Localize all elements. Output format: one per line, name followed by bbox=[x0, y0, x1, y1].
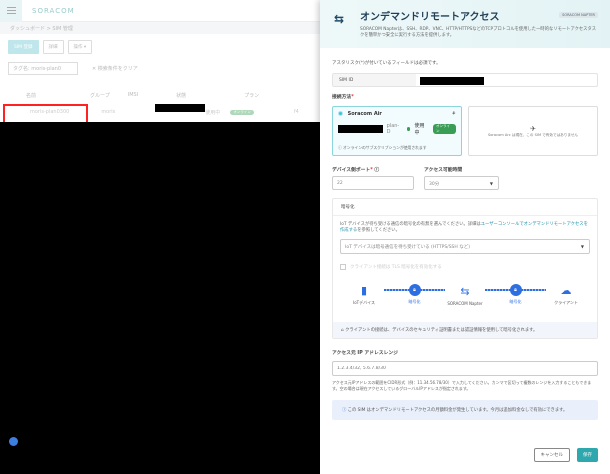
info-icon: ⓘ bbox=[342, 408, 347, 413]
radio-selected[interactable] bbox=[338, 111, 343, 116]
ip-range-label: アクセス元 IP アドレスレンジ bbox=[332, 351, 398, 356]
actions-button[interactable]: 操作 ▾ bbox=[67, 40, 93, 54]
status-badge: オンライン bbox=[230, 109, 254, 115]
column-header[interactable]: IMSI bbox=[128, 92, 138, 98]
plan-text: f4 bbox=[293, 109, 299, 115]
background-page: SORACOM ダッシュボード > SIM 管理 SIM 登録 詳細 操作 ▾ … bbox=[0, 0, 320, 474]
panel-description: SORACOM Napterは、SSH、RDP、VNC、HTTP/HTTPSなど… bbox=[360, 27, 597, 38]
sim-card-icon: ▮ bbox=[360, 284, 368, 297]
column-header[interactable]: 状態 bbox=[176, 92, 186, 99]
ip-range-input[interactable] bbox=[332, 361, 598, 376]
column-header[interactable]: 名前 bbox=[26, 92, 36, 99]
column-header[interactable]: グループ bbox=[90, 92, 110, 99]
breadcrumb: ダッシュボード > SIM 管理 bbox=[0, 22, 320, 34]
sim-id-field: SIM ID bbox=[332, 73, 598, 87]
cloud-icon: ☁ bbox=[560, 284, 572, 297]
required-note: アスタリスク(*)が付いているフィールドは必須です。 bbox=[332, 61, 441, 66]
encryption-diagram: ▮ IoTデバイス 🔒︎ 暗号化 ⇆ SORACOM Napter 🔒︎ 暗号化 ☁ クラ… bbox=[340, 284, 590, 306]
air-note: ⓘ オンラインのサブスクリプションが使用されます bbox=[338, 145, 427, 150]
redacted-sim-id bbox=[420, 77, 484, 85]
duration-select[interactable]: 30分 ▼ bbox=[424, 176, 499, 190]
status-dot bbox=[406, 127, 411, 131]
remote-access-panel: ⇆ オンデマンドリモートアクセス SORACOM NAPTER SORACOM … bbox=[320, 0, 610, 474]
status-text: 使用中 bbox=[205, 109, 221, 116]
fee-note: ⓘ この SIM はオンデマンドリモートアクセスの月額料金が発生しています。今月… bbox=[332, 400, 598, 420]
antenna-icon: ⚘ bbox=[451, 111, 456, 117]
encryption-info: ⌂ クライアントの接続は、デバイスのセキュリティ証明書または認証情報を使用して暗… bbox=[333, 322, 597, 338]
lock-icon: 🔒︎ bbox=[408, 284, 421, 296]
caret-down-icon: ▼ bbox=[580, 244, 584, 249]
connection-label: 接続方法 bbox=[332, 95, 352, 100]
menu-icon[interactable] bbox=[0, 0, 22, 22]
napter-icon: ⇆ bbox=[460, 284, 470, 298]
encryption-select[interactable]: IoT デバイスは暗号通信を待ち受けている (HTTPS/SSH など) ▼ bbox=[340, 239, 590, 254]
satellite-icon: ✈ bbox=[530, 125, 536, 133]
save-button[interactable]: 保存 bbox=[577, 448, 598, 462]
register-sim-button[interactable]: SIM 登録 bbox=[8, 40, 39, 54]
encryption-description: IoT デバイスが待ち受ける通信の暗号化の有無を選んでください。詳細はユーザーコ… bbox=[340, 222, 588, 233]
connection-option-other[interactable]: ✈ Soracom Arc は現在、この SIM で有効ではありません bbox=[468, 106, 598, 156]
cancel-button[interactable]: キャンセル bbox=[533, 448, 570, 462]
redacted-imsi bbox=[338, 125, 383, 133]
logo: SORACOM bbox=[32, 6, 75, 15]
napter-icon: ⇆ bbox=[334, 12, 345, 26]
search-input[interactable]: タグ名: moris-plan0 bbox=[8, 62, 78, 75]
ip-help: アクセス元IPアドレスの範囲をCIDR形式（例：11.34.56.78/30）で… bbox=[332, 380, 592, 391]
help-icon: ⓘ bbox=[374, 168, 380, 173]
service-tag: SORACOM NAPTER bbox=[559, 12, 598, 18]
redacted-imsi bbox=[155, 104, 205, 112]
encryption-title: 暗号化 bbox=[333, 199, 597, 216]
tls-checkbox[interactable]: クライアント接続は TLS 暗号化を有効化する bbox=[340, 264, 590, 270]
caret-down-icon: ▼ bbox=[489, 181, 493, 186]
column-header[interactable]: プラン bbox=[244, 92, 259, 99]
port-input[interactable]: 22 bbox=[332, 176, 414, 190]
redacted-area bbox=[0, 122, 320, 474]
highlight-box bbox=[3, 104, 88, 124]
duration-label: アクセス可能時間 bbox=[424, 168, 463, 173]
connection-option-air[interactable]: Soracom Air ⚘ plan-D 使用中 オンライン ⓘ オンラインのサ… bbox=[332, 106, 462, 156]
details-button[interactable]: 詳細 bbox=[42, 40, 64, 54]
chat-icon[interactable] bbox=[9, 437, 18, 446]
online-badge: オンライン bbox=[433, 124, 456, 134]
port-label: デバイス側ポート bbox=[332, 168, 371, 173]
group-link[interactable]: moris bbox=[101, 109, 115, 115]
encryption-section: 暗号化 IoT デバイスが待ち受ける通信の暗号化の有無を選んでください。詳細はユ… bbox=[332, 198, 598, 339]
lock-icon: 🔒︎ bbox=[509, 284, 522, 296]
clear-filter-button[interactable]: ✕ 検索条件をクリア bbox=[92, 65, 138, 72]
